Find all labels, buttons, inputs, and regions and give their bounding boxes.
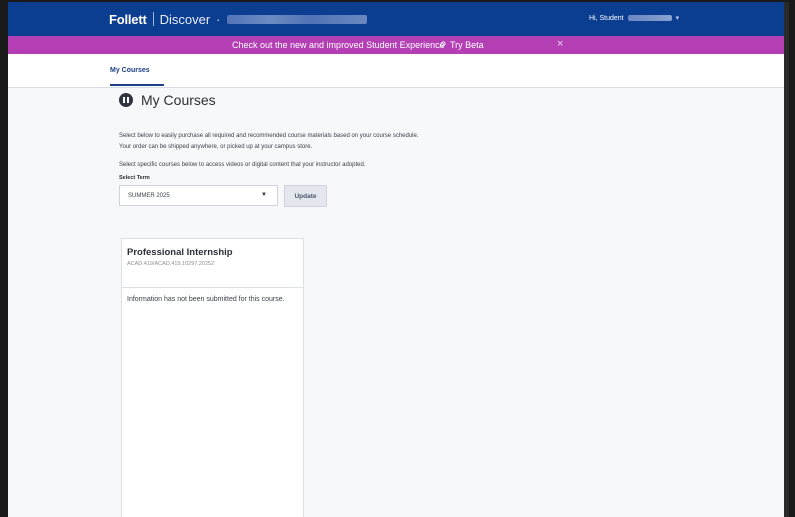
intro-text: Select below to easily purchase all requ… (119, 131, 419, 153)
brand-dot: · (216, 11, 221, 27)
active-tab-indicator (110, 84, 164, 86)
tab-my-courses[interactable]: My Courses (110, 67, 150, 74)
brand[interactable]: Follett Discover · (109, 11, 367, 27)
brand-product: Discover (159, 11, 211, 27)
term-select[interactable]: SUMMER 2025 ▼ (119, 185, 278, 206)
select-courses-note: Select specific courses below to access … (119, 162, 366, 168)
greeting-text: Hi, Student (589, 14, 624, 22)
course-info-message: Information has not been submitted for t… (127, 296, 285, 303)
page-title: My Courses (119, 92, 216, 108)
page-title-text: My Courses (141, 92, 216, 108)
scrollbar[interactable] (784, 2, 789, 517)
rocket-icon (439, 41, 446, 48)
banner-message: Check out the new and improved Student E… (232, 40, 445, 50)
intro-line-1: Select below to easily purchase all requ… (119, 133, 419, 139)
course-name: Professional Internship (127, 247, 233, 258)
update-button[interactable]: Update (284, 185, 327, 207)
try-beta-label: Try Beta (450, 40, 484, 50)
tab-bar: My Courses (8, 54, 789, 88)
school-name-redacted (226, 14, 367, 24)
brand-divider (152, 12, 154, 26)
dropdown-arrow-icon: ▼ (261, 192, 267, 198)
try-beta-link[interactable]: Try Beta (438, 40, 484, 50)
select-term-label: Select Term (119, 175, 150, 181)
term-select-value: SUMMER 2025 (128, 193, 170, 199)
course-code: ACAD.419/ACAD.419.10297.20252 (127, 261, 215, 267)
user-name-redacted (627, 15, 672, 21)
book-circle-icon (119, 93, 133, 107)
top-navigation-bar: Follett Discover · Hi, Student ▾ (8, 2, 789, 36)
close-icon[interactable]: × (557, 38, 563, 50)
brand-logo: Follett (109, 11, 147, 27)
intro-line-2: Your order can be shipped anywhere, or p… (119, 144, 313, 150)
course-card: Professional Internship ACAD.419/ACAD.41… (121, 238, 304, 517)
app-window: Follett Discover · Hi, Student ▾ Check o… (8, 2, 789, 517)
promo-banner: Check out the new and improved Student E… (8, 36, 789, 54)
chevron-down-icon: ▾ (675, 15, 680, 22)
user-menu[interactable]: Hi, Student ▾ (589, 14, 680, 23)
course-card-header[interactable]: Professional Internship ACAD.419/ACAD.41… (122, 239, 303, 288)
